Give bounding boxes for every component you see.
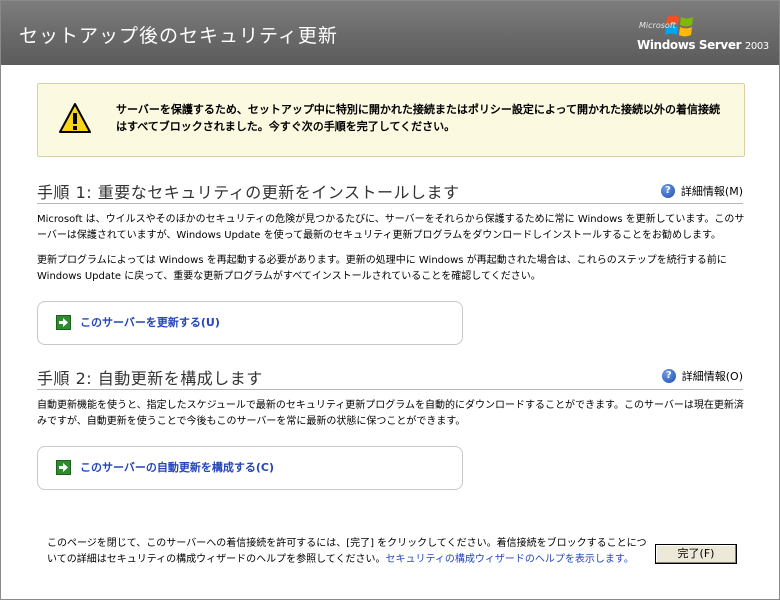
step1-restart-note: 更新プログラムによっては Windows を再起動する必要があります。更新の処理…: [37, 255, 727, 282]
wizard-help-link[interactable]: セキュリティの構成ウィザードのヘルプを表示します。: [386, 554, 634, 565]
step1-description: Microsoft は、ウイルスやそのほかのセキュリティの危険が見つかるたびに、…: [37, 214, 745, 241]
step2-title: 手順 2: 自動更新を構成します: [37, 369, 263, 388]
step1-title: 手順 1: 重要なセキュリティの更新をインストールします: [37, 183, 460, 202]
configure-auto-update-link[interactable]: このサーバーの自動更新を構成する(C): [80, 459, 274, 475]
windows-server-logo: Microsoft Windows Server 2003: [637, 11, 769, 57]
warning-panel: サーバーを保護するため、セットアップ中に特別に開かれた接続またはポリシー設定によ…: [37, 83, 745, 157]
window-title: セットアップ後のセキュリティ更新: [19, 25, 338, 47]
step2-more-info-link[interactable]: ? 詳細情報(O): [661, 368, 743, 384]
update-server-box[interactable]: このサーバーを更新する(U): [37, 301, 463, 345]
help-icon: ?: [660, 184, 675, 198]
green-arrow-icon: [56, 460, 71, 475]
step1-more-info-link[interactable]: ? 詳細情報(M): [660, 183, 743, 199]
brand-product: Windows Server: [637, 38, 742, 52]
brand-windows-server: Windows Server 2003: [637, 38, 769, 52]
green-arrow-icon: [56, 315, 71, 330]
setup-security-window: セットアップ後のセキュリティ更新 Microsoft Windows Serve…: [0, 0, 780, 600]
title-bar: セットアップ後のセキュリティ更新 Microsoft Windows Serve…: [1, 1, 779, 65]
warning-triangle-icon: [59, 103, 91, 133]
step1-more-info-label: 詳細情報(M): [680, 185, 743, 198]
footer-note: このページを閉じて、このサーバーへの着信接続を許可するには、[完了] をクリック…: [47, 536, 647, 568]
help-icon: ?: [661, 369, 676, 383]
warning-text: サーバーを保護するため、セットアップ中に特別に開かれた接続またはポリシー設定によ…: [116, 103, 721, 133]
brand-year: 2003: [744, 41, 769, 52]
update-server-link[interactable]: このサーバーを更新する(U): [80, 314, 220, 330]
brand-microsoft: Microsoft: [639, 21, 676, 30]
step2-divider: [37, 389, 743, 390]
finish-button[interactable]: 完了(F): [655, 544, 737, 564]
step2-more-info-label: 詳細情報(O): [681, 370, 743, 383]
step1-divider: [37, 203, 743, 204]
configure-auto-update-box[interactable]: このサーバーの自動更新を構成する(C): [37, 446, 463, 490]
step2-description: 自動更新機能を使うと、指定したスケジュールで最新のセキュリティ更新プログラムを自…: [37, 400, 744, 427]
